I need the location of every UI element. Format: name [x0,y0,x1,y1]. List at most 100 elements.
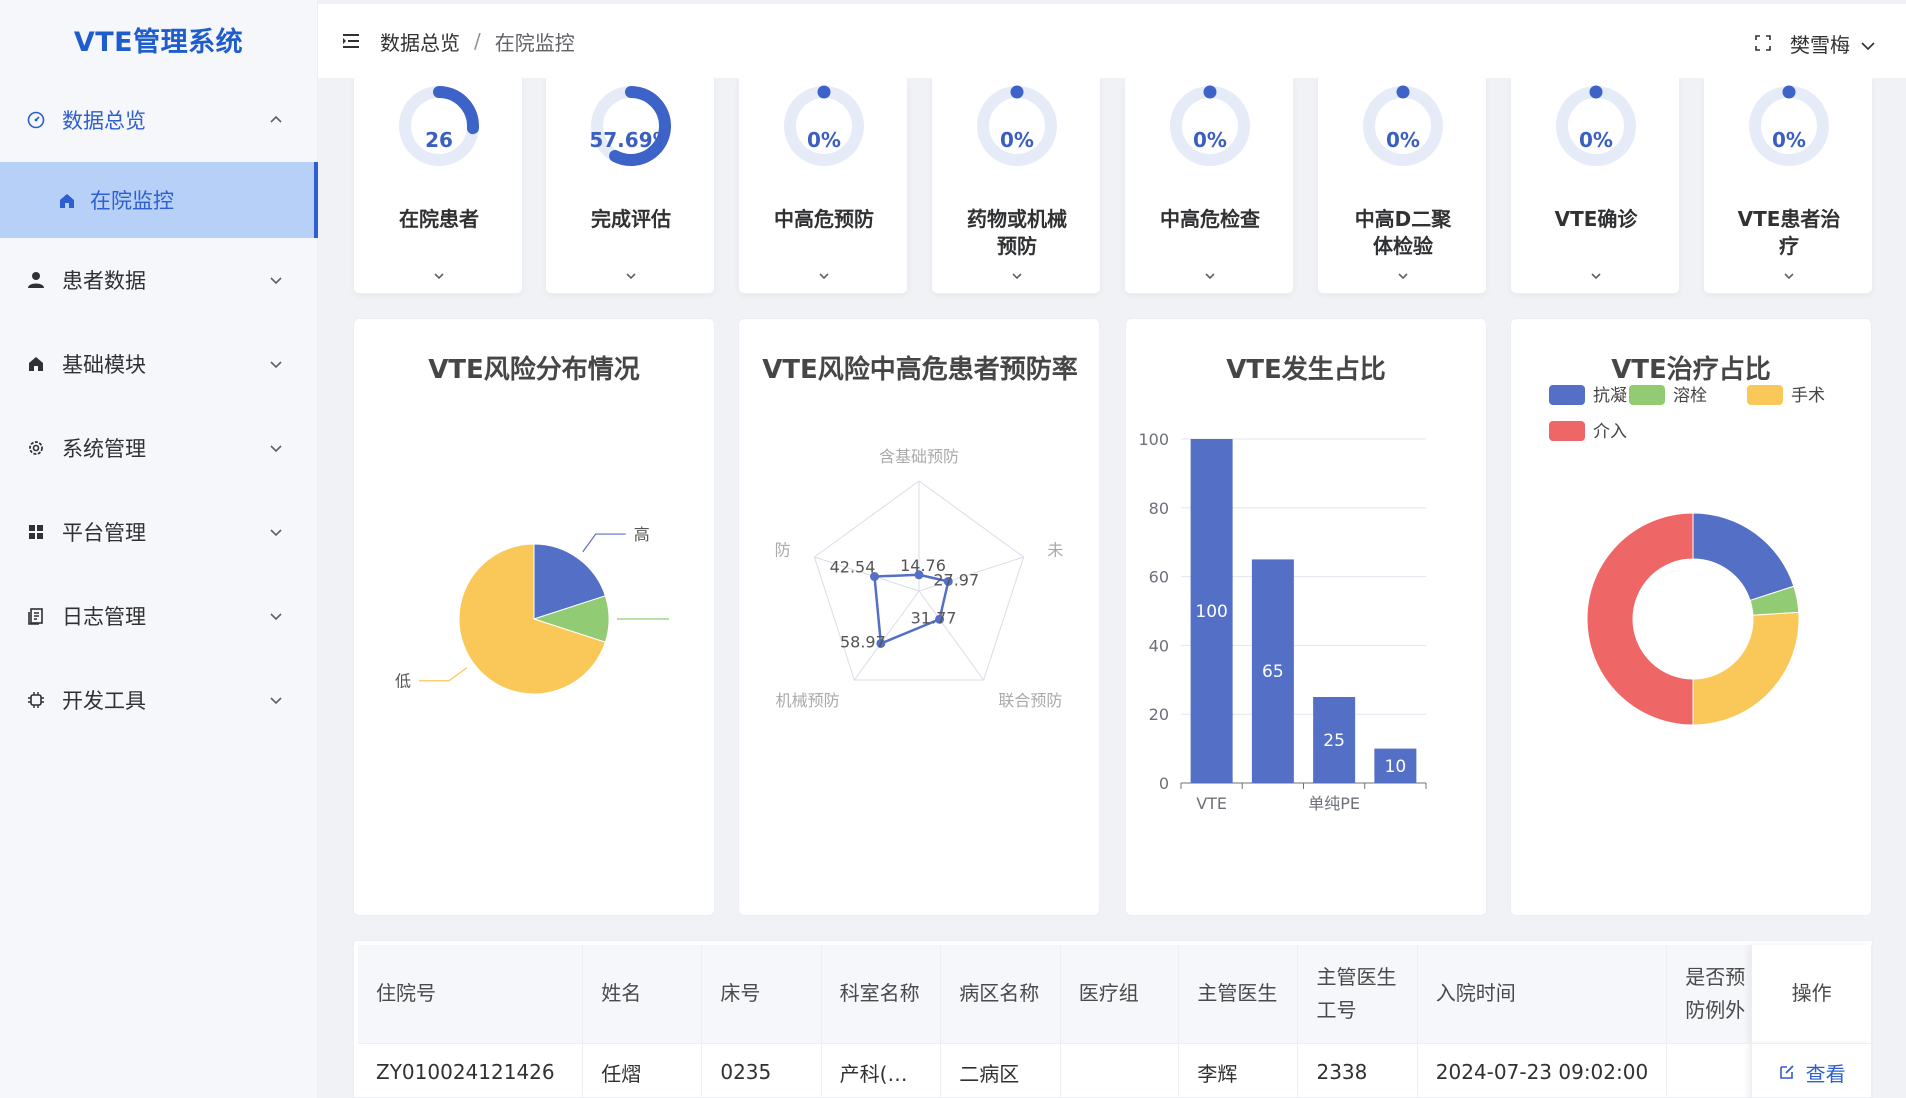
chevron-down-icon [434,273,444,280]
radar-value-label: 31.77 [911,608,957,627]
home-icon [26,354,46,374]
y-tick-label: 100 [1138,430,1169,449]
radar-indicator-label: 未 [1047,540,1063,559]
risk-pie-chart: 高低 [395,525,669,695]
chevron-down-icon [1591,273,1601,280]
column-header[interactable]: 是否预防例外 [1666,945,1753,1044]
stat-label: 在院患者 [399,207,479,231]
sidebar-item-base-module[interactable]: 基础模块 [0,324,318,404]
y-tick-label: 20 [1149,705,1169,724]
sidebar-item-label: 患者数据 [62,269,146,293]
pie-label-line [419,667,468,682]
column-header[interactable]: 病区名称 [940,945,1061,1044]
view-button-label: 查看 [1805,1061,1846,1086]
x-tick-label: 单纯PE [1308,794,1360,813]
prevention-rate-card: VTE风险中高危患者预防率 含基础预防未联合预防 机械预防防 14.76 27.97 3… [738,318,1100,916]
sidebar-item-dev-tools[interactable]: 开发工具 [0,660,318,740]
menu-toggle-icon[interactable] [340,30,362,52]
column-header[interactable]: 科室名称 [821,945,942,1044]
progress-ring-dot [1782,85,1796,99]
progress-ring-dot [1396,85,1410,99]
sidebar-item-label: 开发工具 [62,689,146,713]
chevron-up-icon [268,112,284,128]
table-cell: 0235 [701,1043,822,1097]
y-tick-label: 60 [1149,568,1169,587]
radar-indicator-label: 联合预防 [998,691,1062,710]
sidebar-subitem-inpatient-monitor[interactable]: 在院监控 [0,162,318,238]
pie-label-line [582,533,626,553]
radar-indicator-label: 机械预防 [776,691,840,710]
table-cell: 任熠 [582,1043,703,1097]
stat-card[interactable]: 0% 中高危预防 [738,78,908,294]
occurrence-bar-chart: 0 20 40 60 80 100 100 VTE 65 25 单纯PE 10 [1138,430,1427,813]
legend-label: 溶栓 [1673,386,1707,406]
progress-ring [591,86,671,166]
fullscreen-icon[interactable] [1754,33,1774,53]
table-row[interactable]: ZY010024121426 任熠 0235 产科(… 二病区 李辉 2338 … [358,1043,1872,1097]
column-header[interactable]: 床号 [701,945,822,1044]
sidebar-item-system-admin[interactable]: 系统管理 [0,408,318,488]
edit-icon [1779,1065,1794,1080]
stat-card[interactable]: 0% VTE确诊 [1510,78,1680,294]
breadcrumb-item[interactable]: 数据总览 [380,27,460,56]
stat-value: 57.69% [589,128,673,152]
stat-card[interactable]: 57.69% 完成评估 [545,78,715,294]
column-header[interactable]: 入院时间 [1417,945,1668,1044]
sidebar-subitem-label: 在院监控 [90,189,174,213]
bar-value-label: 10 [1385,757,1407,777]
stat-label: 中高D二聚体检验 [1354,207,1452,258]
table-cell: 2024-07-23 09:02:00 [1417,1043,1668,1097]
chevron-down-icon [268,440,284,456]
stat-card[interactable]: 26 在院患者 [353,78,523,294]
progress-ring [977,85,1057,166]
top-bar: 数据总览 / 在院监控 樊雪梅 [318,0,1906,78]
chevron-down-icon [819,273,829,280]
y-tick-label: 40 [1149,636,1169,655]
bar-value-label: 25 [1323,731,1345,751]
user-icon [26,270,46,290]
sidebar-item-label: 日志管理 [62,605,146,629]
user-name[interactable]: 樊雪梅 [1790,29,1850,58]
chevron-down-icon [268,356,284,372]
progress-ring-dot [817,85,831,99]
chevron-down-icon [268,608,284,624]
sidebar-item-patient-data[interactable]: 患者数据 [0,240,318,320]
sidebar-item-data-overview[interactable]: 数据总览 [0,80,318,160]
column-header[interactable]: 主管医生 [1178,945,1299,1044]
progress-ring-dot [1203,85,1217,99]
table-cell: 李辉 [1178,1043,1299,1097]
y-tick-label: 80 [1149,499,1169,518]
breadcrumb-current: 在院监控 [494,30,575,55]
progress-ring-dot [1589,85,1603,99]
stat-card[interactable]: 0% 中高D二聚体检验 [1317,78,1487,294]
stat-card[interactable]: 0% 药物或机械预防 [931,78,1101,294]
chevron-down-icon[interactable] [1860,35,1876,51]
column-header[interactable]: 姓名 [582,945,703,1044]
grid-icon [26,522,46,542]
stat-label: 药物或机械预防 [967,207,1067,258]
stat-card[interactable]: 0% VTE患者治疗 [1703,78,1873,294]
sidebar-item-label: 数据总览 [62,109,146,133]
column-header[interactable]: 主管医生工号 [1297,945,1418,1044]
progress-ring [1749,85,1829,166]
donut-slice [1586,512,1694,726]
column-header[interactable]: 医疗组 [1060,945,1180,1044]
column-header[interactable]: 住院号 [358,945,584,1044]
treatment-donut-chart: 抗凝 溶栓 手术介入 [1549,385,1825,726]
table-cell-actions: 查看 [1751,1043,1872,1097]
progress-ring [399,86,479,166]
sidebar: VTE管理系统 数据总览 在院监控 患者数据 基础模块 系统管理 平台管理 日志… [0,0,318,1098]
sidebar-item-platform-admin[interactable]: 平台管理 [0,492,318,572]
breadcrumb: 数据总览 / 在院监控 [380,27,575,56]
sidebar-item-log-admin[interactable]: 日志管理 [0,576,318,656]
treatment-card: VTE治疗占比 抗凝 溶栓 手术 介入 [1510,318,1872,916]
radar-indicator-label: 含基础预防 [879,447,959,466]
chevron-down-icon [1012,273,1022,280]
user-area: 樊雪梅 [1754,4,1876,82]
stat-value: 26 [425,128,453,152]
view-button[interactable]: 查看 [1778,1058,1846,1087]
stat-value: 0% [1579,128,1613,152]
stat-card[interactable]: 0% 中高危检查 [1124,78,1294,294]
bar-value-label: 100 [1195,602,1227,622]
radar-value-label: 42.54 [830,558,876,577]
